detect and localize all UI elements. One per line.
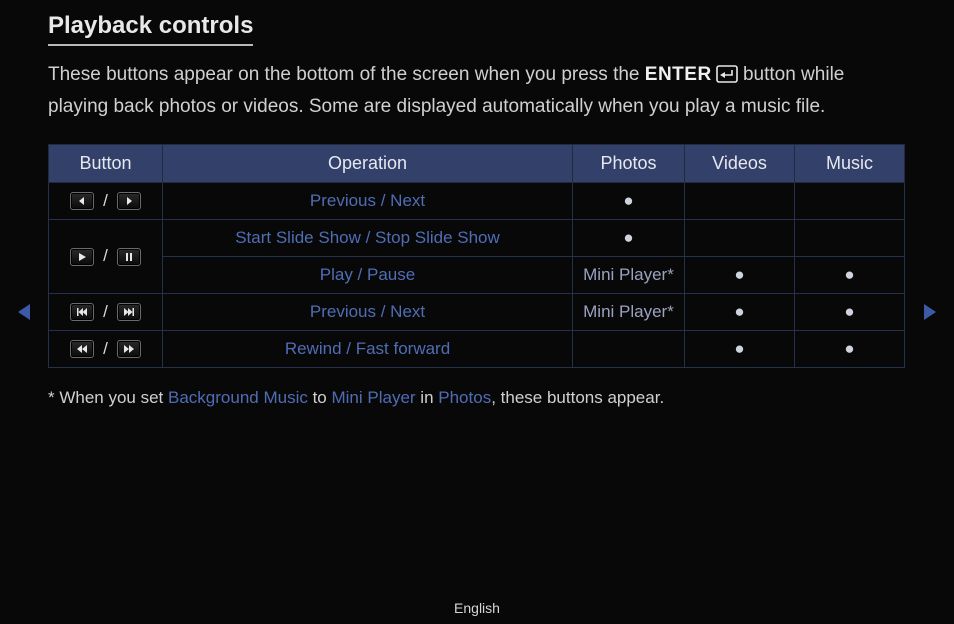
enter-label: ENTER bbox=[645, 64, 712, 85]
intro-text: These buttons appear on the bottom of th… bbox=[48, 60, 888, 122]
button-cell: / bbox=[49, 219, 163, 293]
footnote-link-bgmusic[interactable]: Background Music bbox=[168, 388, 308, 407]
fast-forward-icon bbox=[117, 340, 141, 358]
footnote-t2: to bbox=[308, 388, 332, 407]
table-row: Play / Pause Mini Player* ● ● bbox=[49, 256, 905, 293]
separator: / bbox=[99, 191, 112, 210]
page: Playback controls These buttons appear o… bbox=[0, 0, 954, 624]
enter-icon bbox=[716, 63, 738, 92]
table-row: / Previous / Next Mini Player* ● ● bbox=[49, 293, 905, 330]
cell-music: ● bbox=[795, 293, 905, 330]
button-cell: / bbox=[49, 293, 163, 330]
operation-link[interactable]: Rewind / Fast forward bbox=[285, 339, 450, 358]
table-header-row: Button Operation Photos Videos Music bbox=[49, 144, 905, 182]
cell-videos: ● bbox=[685, 256, 795, 293]
cell-videos: ● bbox=[685, 293, 795, 330]
cell-music: ● bbox=[795, 256, 905, 293]
cell-music: ● bbox=[795, 330, 905, 367]
step-left-icon bbox=[70, 192, 94, 210]
operation-link[interactable]: Start Slide Show / Stop Slide Show bbox=[235, 228, 500, 247]
col-photos: Photos bbox=[573, 144, 685, 182]
triangle-left-icon bbox=[16, 302, 34, 322]
cell-photos bbox=[573, 330, 685, 367]
col-button: Button bbox=[49, 144, 163, 182]
footnote: * When you set Background Music to Mini … bbox=[48, 388, 906, 408]
pause-icon bbox=[117, 248, 141, 266]
cell-videos bbox=[685, 182, 795, 219]
footnote-t4: , these buttons appear. bbox=[491, 388, 664, 407]
table-row: / Rewind / Fast forward ● ● bbox=[49, 330, 905, 367]
footnote-t3: in bbox=[416, 388, 439, 407]
footnote-link-photos[interactable]: Photos bbox=[438, 388, 491, 407]
button-cell: / bbox=[49, 182, 163, 219]
operation-link[interactable]: Play / Pause bbox=[320, 265, 415, 284]
operation-link[interactable]: Previous / Next bbox=[310, 302, 425, 321]
cell-music bbox=[795, 219, 905, 256]
operation-link[interactable]: Previous / Next bbox=[310, 191, 425, 210]
separator: / bbox=[99, 339, 112, 358]
triangle-right-icon bbox=[920, 302, 938, 322]
page-title: Playback controls bbox=[48, 12, 253, 46]
separator: / bbox=[99, 302, 112, 321]
cell-videos: ● bbox=[685, 330, 795, 367]
play-icon bbox=[70, 248, 94, 266]
cell-photos: Mini Player* bbox=[573, 256, 685, 293]
step-right-icon bbox=[117, 192, 141, 210]
cell-photos: ● bbox=[573, 219, 685, 256]
page-next-button[interactable] bbox=[920, 302, 938, 328]
cell-photos: Mini Player* bbox=[573, 293, 685, 330]
button-cell: / bbox=[49, 330, 163, 367]
footnote-link-miniplayer[interactable]: Mini Player bbox=[331, 388, 415, 407]
table-row: / Start Slide Show / Stop Slide Show ● bbox=[49, 219, 905, 256]
table-row: / Previous / Next ● bbox=[49, 182, 905, 219]
intro-before: These buttons appear on the bottom of th… bbox=[48, 64, 645, 85]
footnote-t1: * When you set bbox=[48, 388, 168, 407]
cell-videos bbox=[685, 219, 795, 256]
col-videos: Videos bbox=[685, 144, 795, 182]
skip-prev-icon bbox=[70, 303, 94, 321]
separator: / bbox=[99, 246, 112, 265]
controls-table: Button Operation Photos Videos Music / bbox=[48, 144, 905, 368]
language-label: English bbox=[0, 600, 954, 616]
col-operation: Operation bbox=[163, 144, 573, 182]
col-music: Music bbox=[795, 144, 905, 182]
page-prev-button[interactable] bbox=[16, 302, 34, 328]
rewind-icon bbox=[70, 340, 94, 358]
cell-music bbox=[795, 182, 905, 219]
cell-photos: ● bbox=[573, 182, 685, 219]
skip-next-icon bbox=[117, 303, 141, 321]
